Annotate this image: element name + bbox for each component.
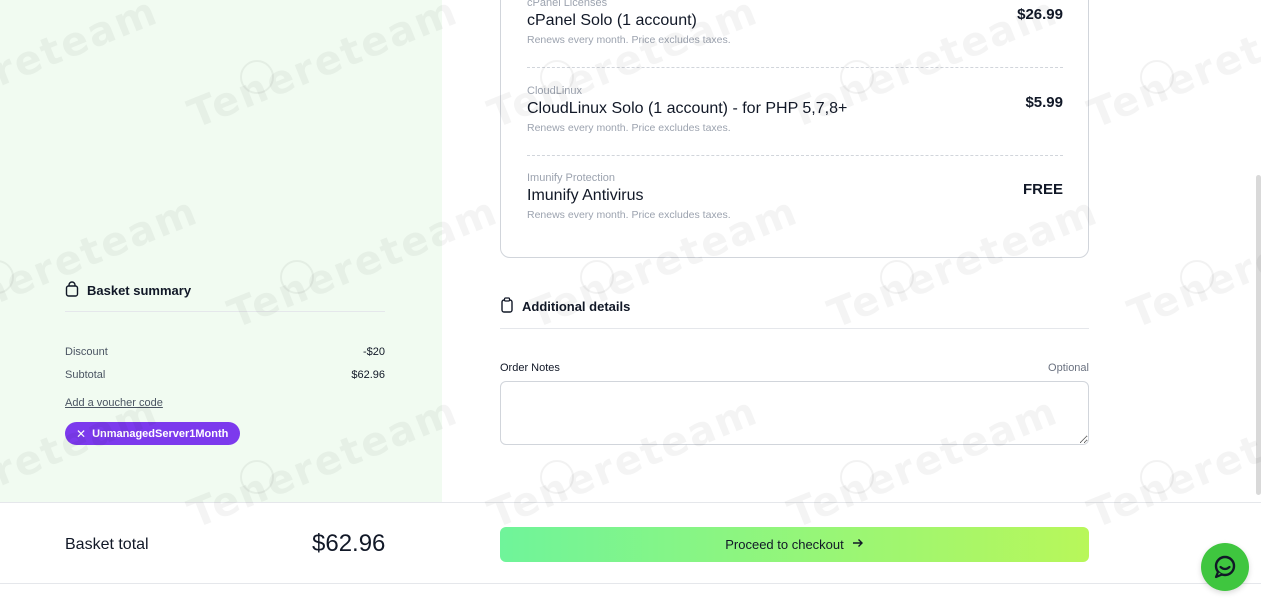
product-renewal-note: Renews every month. Price excludes taxes… (527, 122, 731, 134)
product-renewal-note: Renews every month. Price excludes taxes… (527, 34, 731, 46)
shopping-bag-icon (65, 281, 79, 302)
applied-coupon-chip[interactable]: ✕ UnmanagedServer1Month (65, 422, 241, 445)
product-list-card: cPanel Licenses cPanel Solo (1 account) … (500, 0, 1089, 258)
order-notes-input[interactable] (500, 381, 1089, 445)
product-category: CloudLinux (527, 85, 583, 97)
product-name: Imunify Antivirus (527, 187, 644, 204)
product-item-cpanel: cPanel Licenses cPanel Solo (1 account) … (527, 0, 1063, 46)
checkout-label: Proceed to checkout (725, 537, 844, 552)
page-scrollbar[interactable] (1256, 175, 1261, 495)
subtotal-row: Subtotal $62.96 (65, 369, 385, 381)
order-notes-optional: Optional (1048, 362, 1089, 374)
close-icon[interactable]: ✕ (76, 427, 86, 441)
subtotal-value: $62.96 (351, 369, 385, 381)
basket-summary-header: Basket summary (65, 281, 385, 312)
product-category: cPanel Licenses (527, 0, 608, 9)
discount-row: Discount -$20 (65, 346, 385, 358)
product-price: FREE (1022, 181, 1063, 198)
product-item-imunify: Imunify Protection Imunify Antivirus Ren… (527, 172, 1063, 221)
product-renewal-note: Renews every month. Price excludes taxes… (527, 209, 731, 221)
coupon-code: UnmanagedServer1Month (92, 427, 229, 440)
product-item-cloudlinux: CloudLinux CloudLinux Solo (1 account) -… (527, 85, 1063, 134)
basket-total-value: $62.96 (312, 530, 386, 557)
checkout-footer: Basket total $62.96 Proceed to checkout (0, 502, 1261, 584)
product-name: cPanel Solo (1 account) (527, 12, 697, 29)
additional-details-title: Additional details (522, 299, 631, 314)
product-price: $5.99 (1025, 94, 1063, 111)
additional-details-header: Additional details (500, 297, 1089, 329)
order-notes-label: Order Notes (500, 362, 560, 374)
proceed-to-checkout-button[interactable]: Proceed to checkout (500, 527, 1089, 562)
item-divider (527, 155, 1063, 156)
subtotal-label: Subtotal (65, 369, 106, 381)
product-name: CloudLinux Solo (1 account) - for PHP 5,… (527, 100, 848, 117)
discount-label: Discount (65, 346, 108, 358)
product-category: Imunify Protection (527, 172, 616, 184)
item-divider (527, 67, 1063, 68)
basket-summary-title: Basket summary (87, 283, 192, 298)
basket-total-label: Basket total (65, 536, 149, 553)
chat-bubble-icon[interactable] (1201, 543, 1249, 591)
add-voucher-link[interactable]: Add a voucher code (65, 397, 163, 409)
product-price: $26.99 (1017, 6, 1063, 23)
discount-value: -$20 (362, 346, 385, 358)
clipboard-icon (500, 297, 514, 318)
arrow-right-icon (852, 537, 864, 552)
